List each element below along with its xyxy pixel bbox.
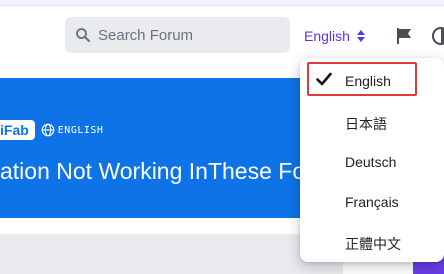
search-icon: [76, 28, 91, 43]
search-input[interactable]: Search Forum: [98, 27, 193, 44]
check-icon: [316, 72, 332, 86]
language-option-label: Deutsch: [345, 154, 397, 170]
language-menu: English 日本語 Deutsch Français 正體中文: [300, 58, 444, 262]
topic-title: ation Not Working InThese Fo: [0, 158, 306, 184]
language-option-label: Français: [345, 194, 399, 210]
topic-banner: iFab ENGLISH ation Not Working InThese F…: [0, 78, 320, 218]
language-option-label: English: [345, 73, 391, 89]
language-option-label: 正體中文: [345, 236, 401, 252]
language-option-traditional-chinese[interactable]: 正體中文: [300, 222, 444, 262]
language-option-label: 日本語: [345, 116, 387, 132]
flag-icon[interactable]: [394, 26, 414, 46]
globe-icon: [41, 123, 55, 137]
language-toggle[interactable]: English: [304, 20, 366, 52]
search-box[interactable]: Search Forum: [65, 17, 290, 53]
sort-caret-icon: [356, 30, 365, 42]
language-option-german[interactable]: Deutsch: [300, 142, 444, 182]
theme-toggle-icon[interactable]: [432, 27, 444, 45]
brand-tag: iFab: [0, 120, 35, 140]
language-option-french[interactable]: Français: [300, 182, 444, 222]
language-option-japanese[interactable]: 日本語: [300, 102, 444, 142]
language-toggle-label: English: [304, 28, 350, 44]
header: Search Forum English: [0, 6, 444, 64]
banner-brand-row: iFab ENGLISH: [0, 120, 103, 140]
banner-language-tag: ENGLISH: [57, 124, 104, 136]
language-option-english[interactable]: English: [307, 62, 417, 96]
